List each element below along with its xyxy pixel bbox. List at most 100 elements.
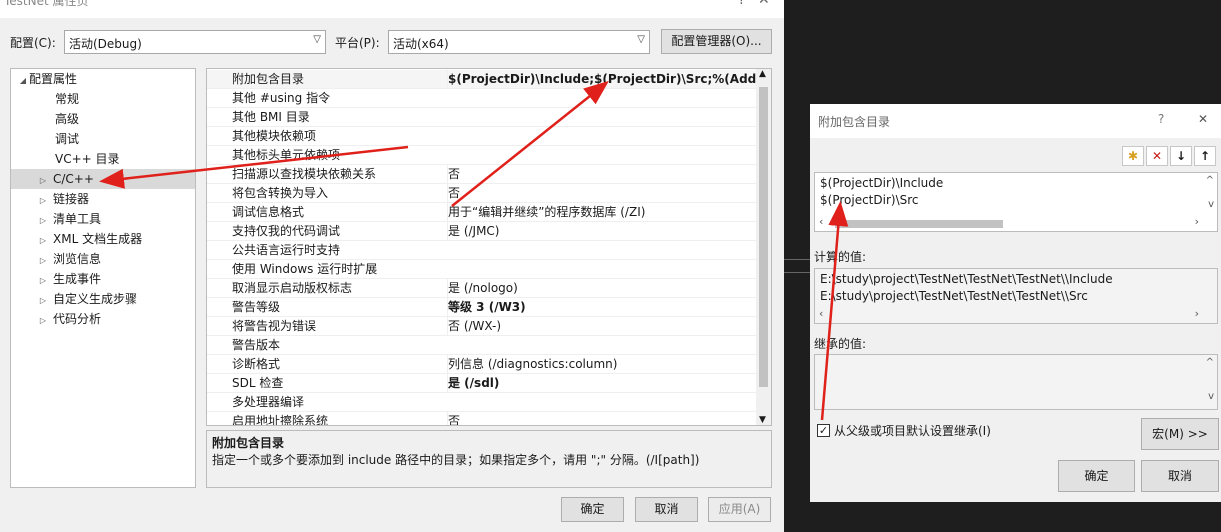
- property-row[interactable]: 启用地址擦除系统 否: [207, 412, 757, 425]
- inherited-values-list: ^ v: [814, 354, 1218, 410]
- tree-item-c-cpp[interactable]: ▷ C/C++: [11, 169, 195, 189]
- chevron-right-icon[interactable]: ›: [1195, 215, 1199, 228]
- collapsed-triangle-icon: ▷: [39, 196, 47, 205]
- property-row[interactable]: 警告等级 等级 3 (/W3): [207, 298, 757, 317]
- dialog-title: 附加包含目录: [818, 115, 891, 129]
- property-row[interactable]: 取消显示启动版权标志 是 (/nologo): [207, 279, 757, 298]
- property-value: 否: [447, 165, 757, 184]
- chevron-up-icon[interactable]: ^: [1206, 175, 1214, 186]
- close-button[interactable]: ✕: [758, 0, 770, 8]
- vertical-scrollbar[interactable]: ▲ ▼: [756, 69, 771, 425]
- property-name: 将包含转换为导入: [232, 186, 329, 200]
- property-row[interactable]: 其他 #using 指令: [207, 89, 757, 108]
- scroll-thumb[interactable]: [835, 220, 1003, 228]
- property-row[interactable]: 将警告视为错误 否 (/WX-): [207, 317, 757, 336]
- tree-item-debugging[interactable]: 调试: [11, 129, 195, 149]
- property-row[interactable]: 其他模块依赖项: [207, 127, 757, 146]
- description-text: 指定一个或多个要添加到 include 路径中的目录；如果指定多个，请用 ";"…: [212, 453, 700, 467]
- property-row[interactable]: 调试信息格式 用于“编辑并继续”的程序数据库 (/ZI): [207, 203, 757, 222]
- window-title: TestNet 属性页: [4, 0, 89, 8]
- property-name: 调试信息格式: [232, 205, 305, 219]
- chevron-down-icon[interactable]: v: [1208, 199, 1214, 210]
- move-up-icon[interactable]: ↑: [1194, 146, 1216, 166]
- apply-button[interactable]: 应用(A): [708, 497, 771, 522]
- help-button[interactable]: ?: [738, 0, 745, 8]
- list-item[interactable]: $(ProjectDir)\Include: [820, 176, 943, 190]
- macros-button[interactable]: 宏(M) >>: [1141, 418, 1219, 450]
- property-value: 是 (/sdl): [447, 374, 757, 393]
- tree-item-manifest-tool[interactable]: ▷ 清单工具: [11, 209, 195, 229]
- tree-item-custom-build-step[interactable]: ▷ 自定义生成步骤: [11, 289, 195, 309]
- inherit-checkbox-label[interactable]: 从父级或项目默认设置继承(I): [834, 422, 991, 439]
- include-entries-list[interactable]: $(ProjectDir)\Include $(ProjectDir)\Src …: [814, 172, 1218, 232]
- description-title: 附加包含目录: [212, 436, 285, 450]
- property-row[interactable]: 其他标头单元依赖项: [207, 146, 757, 165]
- property-row[interactable]: 多处理器编译: [207, 393, 757, 412]
- property-row[interactable]: SDL 检查 是 (/sdl): [207, 374, 757, 393]
- dialog-title-bar: 附加包含目录 ? ✕: [810, 104, 1221, 138]
- tree-item-vc-directories[interactable]: VC++ 目录: [11, 149, 195, 169]
- tree-item-label: 浏览信息: [53, 252, 102, 266]
- horizontal-scrollbar[interactable]: ‹ ›: [815, 215, 1203, 231]
- connector-line: [784, 272, 810, 273]
- tree-item-label: C/C++: [53, 172, 94, 186]
- ok-button[interactable]: 确定: [561, 497, 624, 522]
- property-row[interactable]: 支持仅我的代码调试 是 (/JMC): [207, 222, 757, 241]
- tree-root-config-properties[interactable]: ◢ 配置属性: [11, 69, 195, 89]
- tree-item-xml-doc-generator[interactable]: ▷ XML 文档生成器: [11, 229, 195, 249]
- property-row[interactable]: 将包含转换为导入 否: [207, 184, 757, 203]
- cancel-button[interactable]: 取消: [635, 497, 698, 522]
- scroll-down-icon[interactable]: ▼: [759, 415, 766, 425]
- property-name: 取消显示启动版权标志: [232, 281, 353, 295]
- scroll-up-icon[interactable]: ▲: [759, 69, 766, 79]
- chevron-left-icon[interactable]: ‹: [819, 307, 823, 320]
- platform-combo[interactable]: 活动(x64) ▽: [388, 30, 650, 54]
- property-name: 附加包含目录: [232, 72, 305, 86]
- collapsed-triangle-icon: ▷: [39, 176, 47, 185]
- help-button[interactable]: ?: [1158, 112, 1164, 126]
- close-button[interactable]: ✕: [1198, 112, 1208, 126]
- property-row[interactable]: 警告版本: [207, 336, 757, 355]
- property-pages-dialog: TestNet 属性页 ? ✕ 配置(C): 活动(Debug) ▽ 平台(P)…: [0, 0, 784, 532]
- property-name: SDL 检查: [232, 376, 284, 390]
- property-row[interactable]: 附加包含目录 $(ProjectDir)\Include;$(ProjectDir…: [207, 70, 757, 89]
- config-manager-button[interactable]: 配置管理器(O)...: [661, 29, 772, 54]
- cancel-button[interactable]: 取消: [1141, 460, 1219, 492]
- property-row[interactable]: 扫描源以查找模块依赖关系 否: [207, 165, 757, 184]
- inherited-label: 继承的值:: [814, 337, 867, 351]
- description-panel: 附加包含目录 指定一个或多个要添加到 include 路径中的目录；如果指定多个…: [206, 430, 772, 488]
- property-grid: 附加包含目录 $(ProjectDir)\Include;$(ProjectDir…: [206, 68, 772, 426]
- tree-item-code-analysis[interactable]: ▷ 代码分析: [11, 309, 195, 329]
- chevron-left-icon[interactable]: ‹: [819, 215, 823, 228]
- config-combo[interactable]: 活动(Debug) ▽: [64, 30, 326, 54]
- property-name: 使用 Windows 运行时扩展: [232, 262, 378, 276]
- property-value: 是 (/nologo): [447, 279, 757, 298]
- new-line-icon[interactable]: ✱: [1122, 146, 1144, 166]
- tree-root-label: 配置属性: [29, 72, 78, 86]
- tree-item-build-events[interactable]: ▷ 生成事件: [11, 269, 195, 289]
- property-value: $(ProjectDir)\Include;$(ProjectDir)\Src;…: [447, 70, 757, 89]
- ok-button[interactable]: 确定: [1058, 460, 1135, 492]
- chevron-right-icon[interactable]: ›: [1195, 307, 1199, 320]
- tree-item-linker[interactable]: ▷ 链接器: [11, 189, 195, 209]
- tree-item-advanced[interactable]: 高级: [11, 109, 195, 129]
- move-down-icon[interactable]: ↓: [1170, 146, 1192, 166]
- tree-item-general[interactable]: 常规: [11, 89, 195, 109]
- chevron-down-icon: ▽: [637, 34, 645, 45]
- tree-item-browse-info[interactable]: ▷ 浏览信息: [11, 249, 195, 269]
- chevron-up-icon[interactable]: ^: [1206, 357, 1214, 368]
- scroll-thumb[interactable]: [759, 87, 768, 387]
- config-tree: ◢ 配置属性 常规 高级 调试 VC++ 目录 ▷ C/C++ ▷ 链接器 ▷ 清单工具…: [10, 68, 196, 488]
- property-row[interactable]: 诊断格式 列信息 (/diagnostics:column): [207, 355, 757, 374]
- horizontal-scrollbar[interactable]: ‹ ›: [815, 307, 1203, 323]
- property-name: 其他 #using 指令: [232, 91, 331, 105]
- list-item[interactable]: $(ProjectDir)\Src: [820, 193, 919, 207]
- inherit-checkbox[interactable]: ✓: [817, 424, 830, 437]
- property-row[interactable]: 公共语言运行时支持: [207, 241, 757, 260]
- property-row[interactable]: 其他 BMI 目录: [207, 108, 757, 127]
- delete-icon[interactable]: ✕: [1146, 146, 1168, 166]
- chevron-down-icon[interactable]: v: [1208, 391, 1214, 402]
- property-row[interactable]: 使用 Windows 运行时扩展: [207, 260, 757, 279]
- tree-item-label: 清单工具: [53, 212, 102, 226]
- tree-item-label: 生成事件: [53, 272, 102, 286]
